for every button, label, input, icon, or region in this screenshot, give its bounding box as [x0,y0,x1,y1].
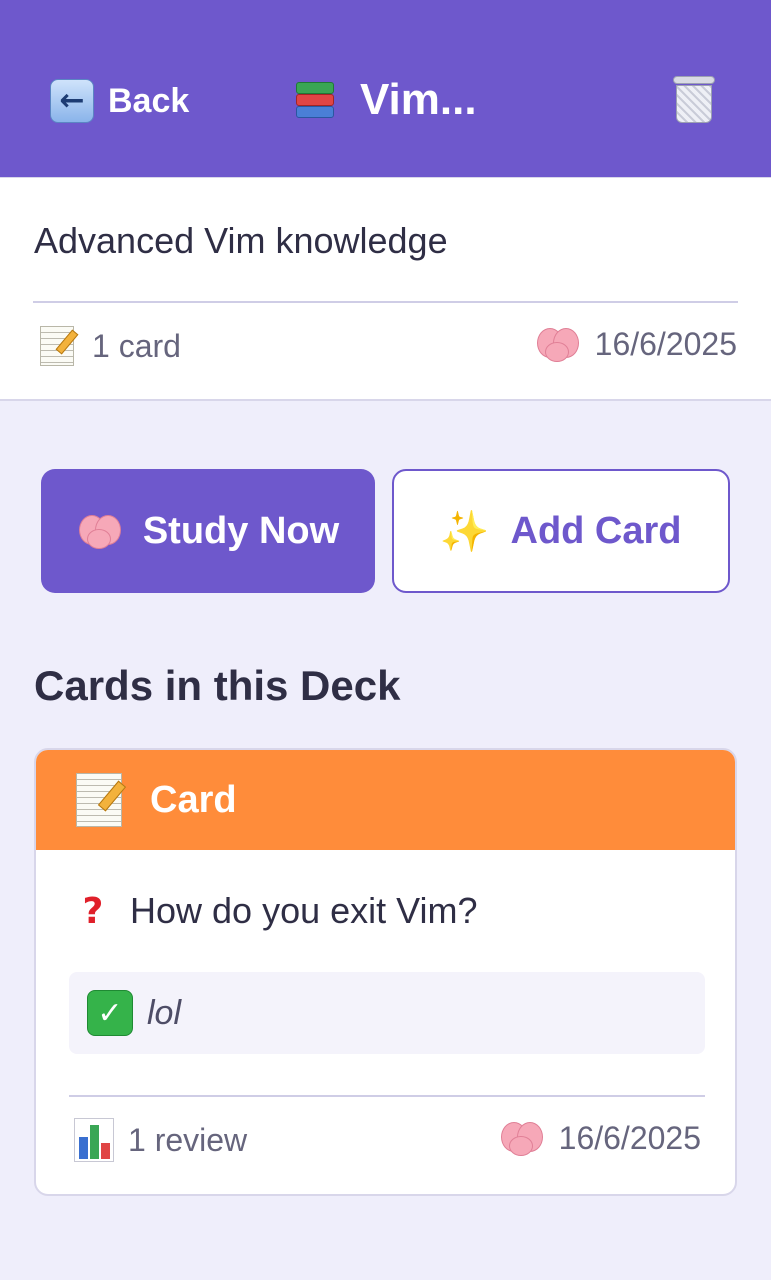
brain-icon [77,511,123,551]
check-mark-icon: ✓ [87,990,133,1036]
question-mark-icon: ? [82,890,104,932]
deck-info-panel: Advanced Vim knowledge 1 card 16/6/2025 [0,177,771,401]
books-icon [292,78,336,122]
back-button[interactable]: ← Back [50,78,189,124]
brain-icon [499,1118,545,1158]
card-header-label: Card [150,778,237,821]
sparkles-icon: ✨ [439,508,490,555]
card-item[interactable]: Card ? How do you exit Vim? ✓ lol 1 revi… [34,748,737,1196]
add-card-label: Add Card [510,509,682,552]
app-header: ← Back Vim... [0,0,771,177]
card-header: Card [36,750,735,850]
trash-icon[interactable] [672,76,716,124]
answer-text: lol [147,993,182,1032]
card-answer: ✓ lol [69,972,705,1054]
card-count-text: 1 card [92,327,181,364]
deck-due-date: 16/6/2025 [535,324,737,364]
brain-icon [535,324,581,364]
card-due-date: 16/6/2025 [499,1118,701,1158]
add-card-button[interactable]: ✨ Add Card [392,469,730,593]
divider [33,301,738,303]
due-date-text: 16/6/2025 [594,325,737,362]
bar-chart-icon [74,1118,114,1162]
section-title: Cards in this Deck [34,662,401,709]
divider [69,1095,705,1097]
memo-icon [74,771,127,829]
review-count-text: 1 review [128,1121,248,1158]
deck-card-count: 1 card [38,324,181,368]
card-review-count: 1 review [74,1118,247,1162]
page-title: Vim... [360,75,477,124]
back-arrow-icon: ← [50,79,94,123]
deck-description: Advanced Vim knowledge [34,220,448,261]
card-due-date-text: 16/6/2025 [558,1119,701,1156]
deck-title-group: Vim... [292,74,477,126]
memo-icon [38,324,79,368]
card-question: ? How do you exit Vim? [76,890,478,932]
study-now-button[interactable]: Study Now [41,469,375,593]
study-now-label: Study Now [142,509,340,552]
question-text: How do you exit Vim? [130,890,478,931]
back-label: Back [108,81,190,120]
